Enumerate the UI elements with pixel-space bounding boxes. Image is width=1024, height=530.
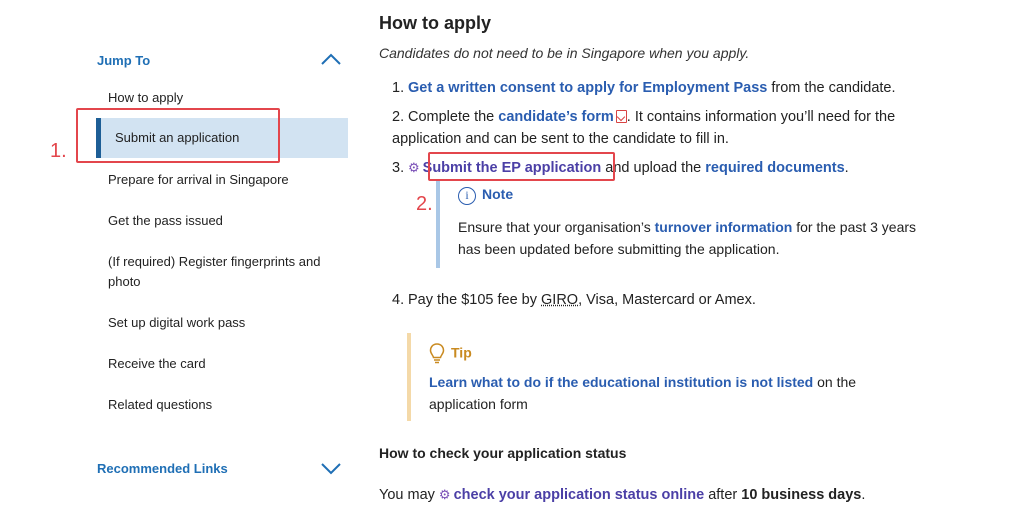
step-4: 4. Pay the $105 fee by GIRO, Visa, Master… [392,289,952,311]
required-documents-link[interactable]: required documents [705,160,844,176]
step-1-number: 1. [392,80,405,96]
sidebar-item-prepare-arrival[interactable]: Prepare for arrival in Singapore [108,170,348,190]
page-title: How to apply [379,13,491,33]
step-1: 1. Get a written consent to apply for Emp… [392,77,952,99]
written-consent-link[interactable]: Get a written consent to apply for Emplo… [408,80,767,96]
status-text-pre: You may [379,487,439,503]
step-3-number: 3. [392,160,405,176]
recommended-links-header[interactable]: Recommended Links [96,458,348,480]
note-text-pre: Ensure that your organisation’s [458,219,655,235]
step-4-text-pre: Pay the $105 fee by [408,292,542,308]
jump-to-header[interactable]: Jump To [96,50,348,72]
business-days-text: 10 business days [741,487,862,503]
intro-text: Candidates do not need to be in Singapor… [379,45,750,61]
status-text-mid: after [704,487,742,503]
step-2: 2. Complete the candidate’s form. It cont… [392,106,952,150]
chevron-up-icon[interactable] [320,52,342,66]
step-1-text: from the candidate. [767,80,896,96]
sidebar-item-digital-work-pass[interactable]: Set up digital work pass [108,313,348,333]
gear-icon: ⚙ [408,160,420,175]
educational-institution-link[interactable]: Learn what to do if the educational inst… [429,374,813,390]
step-3-text-mid: and upload the [601,160,706,176]
info-icon: i [458,187,476,205]
note-box: i Note Ensure that your organisation’s tu… [436,180,916,268]
turnover-information-link[interactable]: turnover information [655,219,793,235]
application-status-heading: How to check your application status [379,445,627,461]
gear-icon: ⚙ [438,487,451,502]
sidebar-item-related-questions[interactable]: Related questions [108,395,348,415]
annotation-label-1: 1. [50,140,67,162]
note-heading: i Note [458,186,513,205]
giro-abbr: GIRO [541,292,579,308]
sidebar-item-get-pass-issued[interactable]: Get the pass issued [108,211,348,231]
lightbulb-icon [429,343,445,364]
pdf-icon[interactable] [615,110,627,123]
status-text-end: . [861,487,866,503]
sidebar-item-register-fingerprints[interactable]: (If required) Register fingerprints and … [108,252,348,292]
step-2-text-pre: Complete the [408,109,499,125]
step-2-number: 2. [392,109,405,125]
candidates-form-link[interactable]: candidate’s form [498,109,614,125]
annotation-label-2: 2. [416,193,433,215]
annotation-box-1 [76,108,280,163]
tip-body: Learn what to do if the educational inst… [429,371,909,415]
jump-to-label: Jump To [97,53,151,68]
tip-box: Tip Learn what to do if the educational … [407,333,907,421]
check-status-online-link[interactable]: check your application status online [454,487,705,503]
note-title: Note [482,186,514,202]
sidebar-item-receive-card[interactable]: Receive the card [108,354,348,374]
tip-heading: Tip [429,343,472,365]
chevron-down-icon[interactable] [320,462,342,476]
step-4-number: 4. [392,292,405,308]
tip-title: Tip [451,344,472,361]
recommended-links-label: Recommended Links [97,461,228,476]
note-body: Ensure that your organisation’s turnover… [458,216,928,260]
annotation-box-2 [428,152,615,181]
application-status-text: You may ⚙ check your application status o… [379,487,865,503]
step-4-text-rest: , Visa, Mastercard or Amex. [578,292,756,308]
step-3-text-end: . [844,160,849,176]
sidebar-item-how-to-apply[interactable]: How to apply [108,88,348,108]
